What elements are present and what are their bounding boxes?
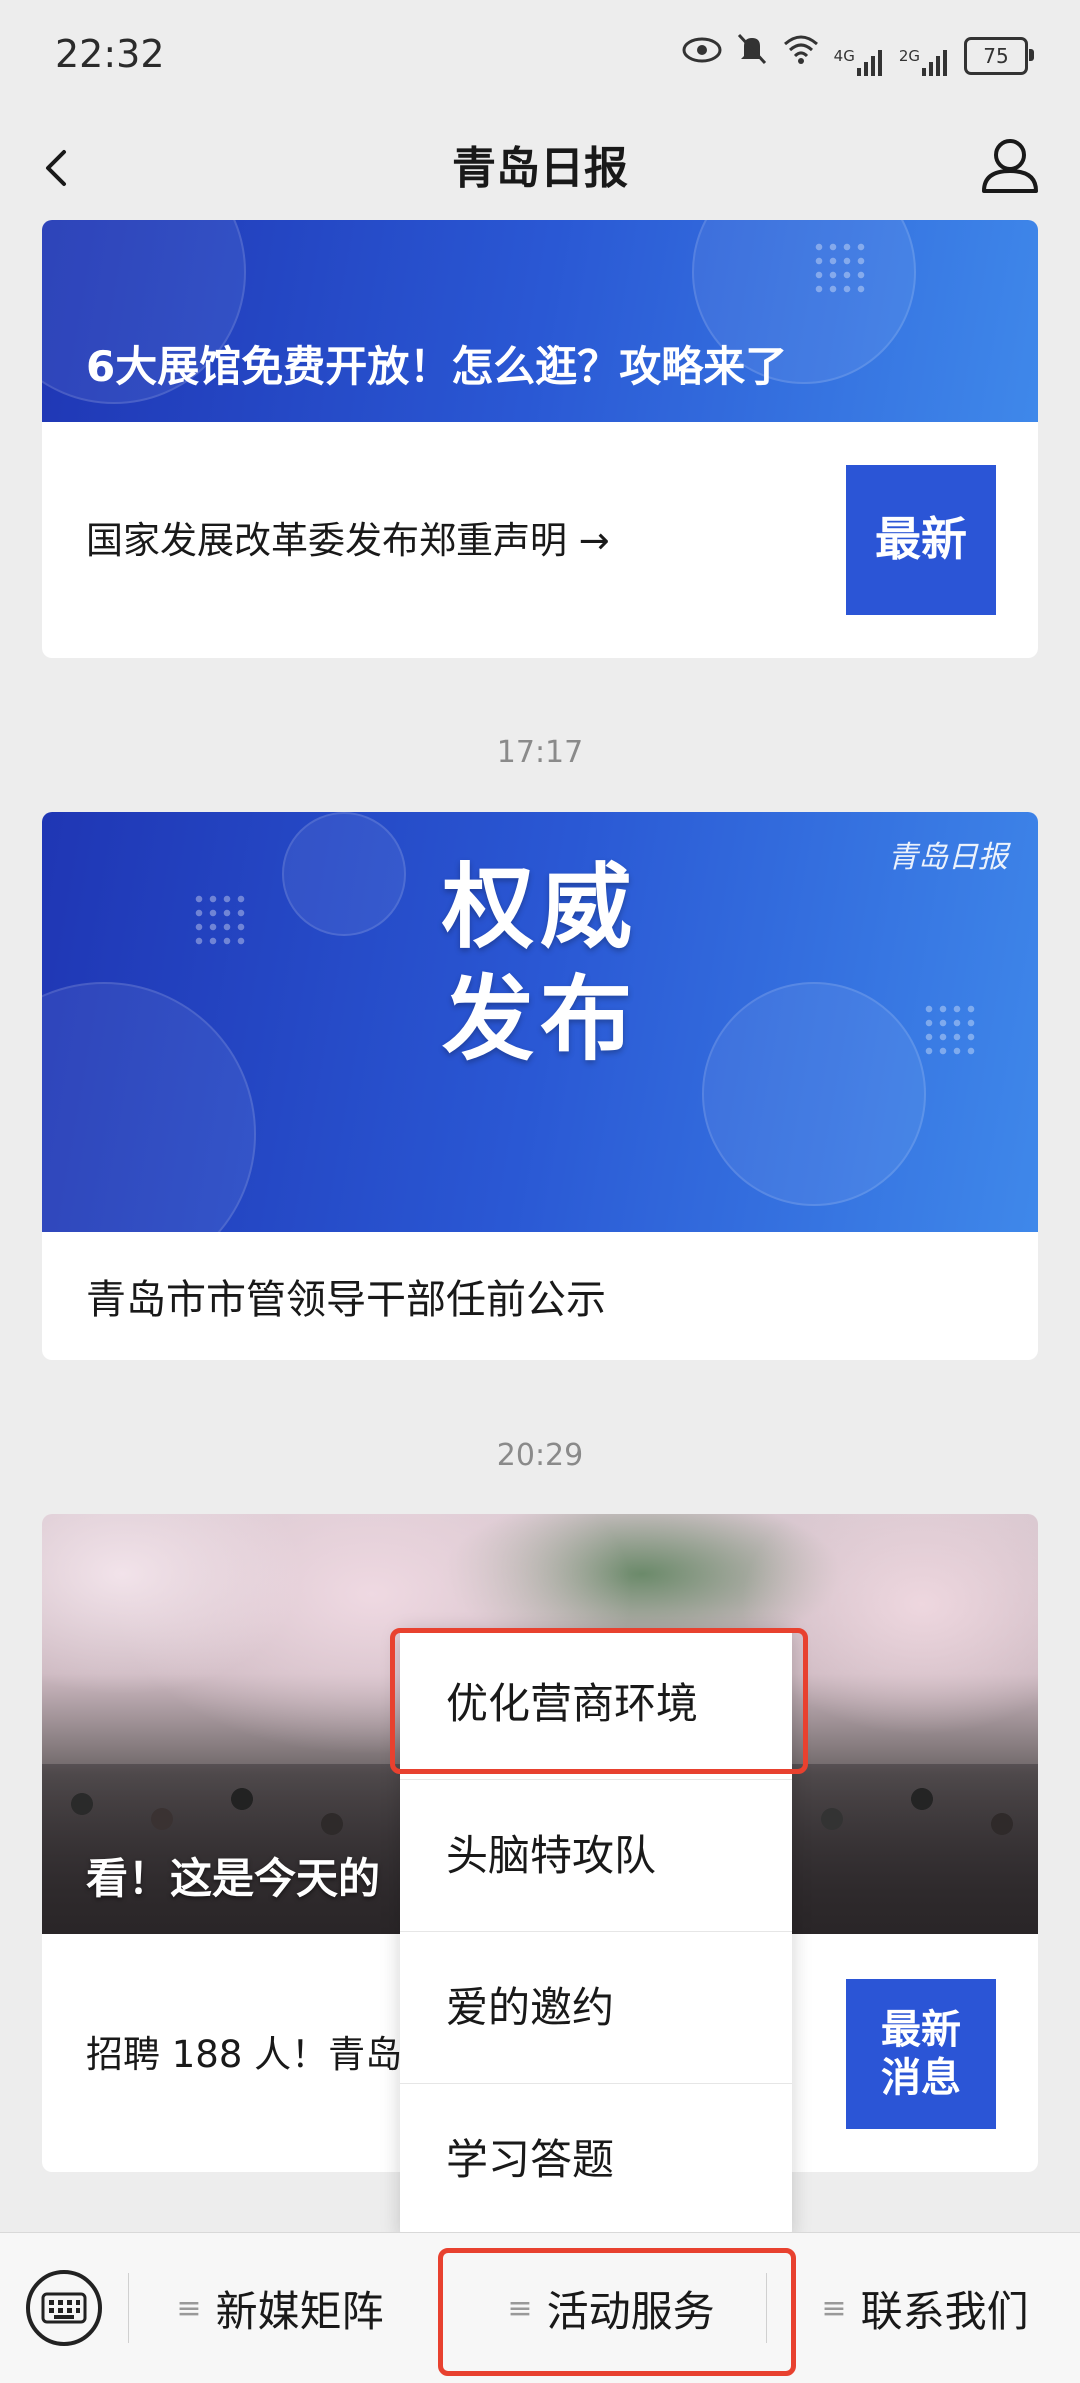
banner-title-line: 发布 xyxy=(441,966,638,1073)
status-time: 22:32 xyxy=(55,32,165,76)
menu-tab-new-media[interactable]: ≡ 新媒矩阵 xyxy=(130,2233,430,2383)
article-link[interactable]: 招聘 188 人！青岛 xyxy=(86,2024,402,2078)
eye-icon xyxy=(682,34,722,78)
brand-logo: 青岛日报 xyxy=(888,840,1008,875)
submenu-item[interactable]: 头脑特攻队 xyxy=(400,1780,792,1932)
highlight-annotation xyxy=(438,2248,796,2376)
battery-level: 75 xyxy=(983,44,1009,68)
status-bar: 22:32 4G 2G 75 xyxy=(0,0,1080,110)
badge-line: 最新 xyxy=(881,2007,961,2053)
wifi-icon xyxy=(782,34,820,78)
article-link[interactable]: 国家发展改革委发布郑重声明 → xyxy=(86,510,610,564)
banner-title: 权威 发布 xyxy=(42,852,1038,1076)
decorative-dots xyxy=(812,240,868,296)
message-time: 17:17 xyxy=(496,735,584,770)
banner-caption: 6大展馆免费开放！怎么逛？攻略来了 xyxy=(86,342,788,391)
menu-tab-label: 新媒矩阵 xyxy=(215,2286,384,2336)
article-banner[interactable]: 权威 发布 青岛日报 xyxy=(42,812,1038,1232)
submenu-item[interactable]: 学习答题 xyxy=(400,2084,792,2235)
bell-muted-icon xyxy=(736,32,768,80)
menu-lines-icon: ≡ xyxy=(821,2290,847,2326)
divider xyxy=(128,2273,129,2343)
message-card[interactable]: 权威 发布 青岛日报 青岛市市管领导干部任前公示 xyxy=(42,812,1038,1360)
banner-caption: 看！这是今天的 xyxy=(86,1854,381,1903)
network-label: 4G xyxy=(833,47,855,65)
menu-tab-label: 联系我们 xyxy=(860,2286,1029,2336)
status-icons: 4G 2G 75 xyxy=(682,32,1034,80)
latest-news-badge: 最新 消息 xyxy=(846,1979,996,2129)
highlight-annotation xyxy=(390,1628,808,1774)
battery-icon: 75 xyxy=(964,37,1034,75)
network-label: 2G xyxy=(898,47,920,65)
latest-badge: 最新 xyxy=(846,465,996,615)
keyboard-icon[interactable] xyxy=(26,2270,102,2346)
message-card[interactable]: 6大展馆免费开放！怎么逛？攻略来了 国家发展改革委发布郑重声明 → 最新 xyxy=(42,220,1038,658)
menu-tab-contact-us[interactable]: ≡ 联系我们 xyxy=(770,2233,1080,2383)
page-title: 青岛日报 xyxy=(452,143,628,194)
article-banner[interactable]: 6大展馆免费开放！怎么逛？攻略来了 xyxy=(42,220,1038,422)
badge-line: 消息 xyxy=(881,2055,961,2101)
menu-lines-icon: ≡ xyxy=(176,2290,202,2326)
submenu-item[interactable]: 爱的邀约 xyxy=(400,1932,792,2084)
person-icon[interactable] xyxy=(970,125,1050,205)
article-link[interactable]: 青岛市市管领导干部任前公示 xyxy=(86,1267,606,1325)
message-time: 20:29 xyxy=(496,1438,584,1473)
signal-icon: 4G xyxy=(834,34,885,78)
signal-icon: 2G xyxy=(899,34,950,78)
nav-bar: 青岛日报 xyxy=(0,110,1080,220)
